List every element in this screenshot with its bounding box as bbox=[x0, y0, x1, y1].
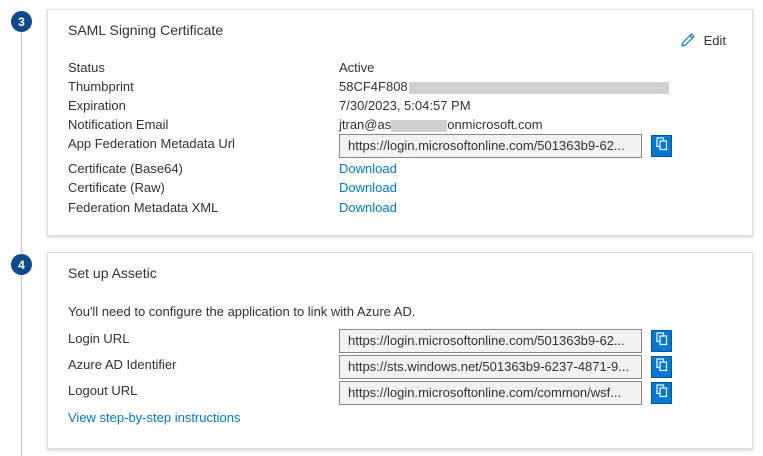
certificate-base64-label: Certificate (Base64) bbox=[68, 161, 183, 176]
status-label: Status bbox=[68, 60, 105, 75]
card-title: SAML Signing Certificate bbox=[68, 22, 224, 38]
edit-button[interactable]: Edit bbox=[680, 32, 726, 48]
certificate-base64-download-link[interactable]: Download bbox=[339, 161, 397, 177]
federation-metadata-xml-label: Federation Metadata XML bbox=[68, 200, 219, 215]
copy-logout-url-button[interactable] bbox=[651, 382, 672, 404]
copy-icon bbox=[655, 136, 668, 156]
notification-email-value: jtran@as onmicrosoft.com bbox=[339, 117, 543, 132]
expiration-value: 7/30/2023, 5:04:57 PM bbox=[339, 98, 471, 113]
card-title: Set up Assetic bbox=[68, 265, 157, 281]
status-value: Active bbox=[339, 60, 375, 75]
copy-icon bbox=[655, 331, 668, 351]
azure-ad-identifier-label: Azure AD Identifier bbox=[68, 357, 177, 372]
azure-ad-identifier-field[interactable]: https://sts.windows.net/501363b9-6237-48… bbox=[339, 355, 642, 379]
certificate-raw-download-link[interactable]: Download bbox=[339, 180, 397, 196]
login-url-label: Login URL bbox=[68, 331, 130, 346]
step-4-badge: 4 bbox=[11, 254, 32, 275]
redacted-mask bbox=[408, 81, 669, 94]
logout-url-label: Logout URL bbox=[68, 383, 138, 398]
edit-label: Edit bbox=[703, 32, 726, 48]
steps-rail bbox=[21, 24, 22, 456]
app-federation-metadata-url-label: App Federation Metadata Url bbox=[68, 136, 235, 151]
login-url-field[interactable]: https://login.microsoftonline.com/501363… bbox=[339, 329, 642, 353]
thumbprint-label: Thumbprint bbox=[68, 79, 134, 94]
copy-metadata-url-button[interactable] bbox=[651, 135, 672, 157]
copy-icon bbox=[655, 383, 668, 403]
copy-azure-ad-identifier-button[interactable] bbox=[651, 356, 672, 378]
certificate-raw-label: Certificate (Raw) bbox=[68, 180, 165, 195]
saml-signing-certificate-card: SAML Signing Certificate Edit Status Act… bbox=[47, 9, 753, 236]
step-3-badge: 3 bbox=[11, 11, 32, 32]
notification-email-label: Notification Email bbox=[68, 117, 169, 132]
setup-assetic-card: Set up Assetic You'll need to configure … bbox=[47, 252, 753, 449]
federation-metadata-xml-download-link[interactable]: Download bbox=[339, 200, 397, 216]
pencil-icon bbox=[680, 32, 696, 48]
app-federation-metadata-url-field[interactable]: https://login.microsoftonline.com/501363… bbox=[339, 134, 642, 158]
logout-url-field[interactable]: https://login.microsoftonline.com/common… bbox=[339, 381, 642, 405]
copy-login-url-button[interactable] bbox=[651, 330, 672, 352]
view-step-by-step-instructions-link[interactable]: View step-by-step instructions bbox=[68, 410, 240, 426]
expiration-label: Expiration bbox=[68, 98, 126, 113]
thumbprint-value: 58CF4F808 bbox=[339, 79, 669, 95]
redacted-mask bbox=[391, 119, 448, 132]
copy-icon bbox=[655, 357, 668, 377]
setup-description: You'll need to configure the application… bbox=[68, 304, 416, 319]
